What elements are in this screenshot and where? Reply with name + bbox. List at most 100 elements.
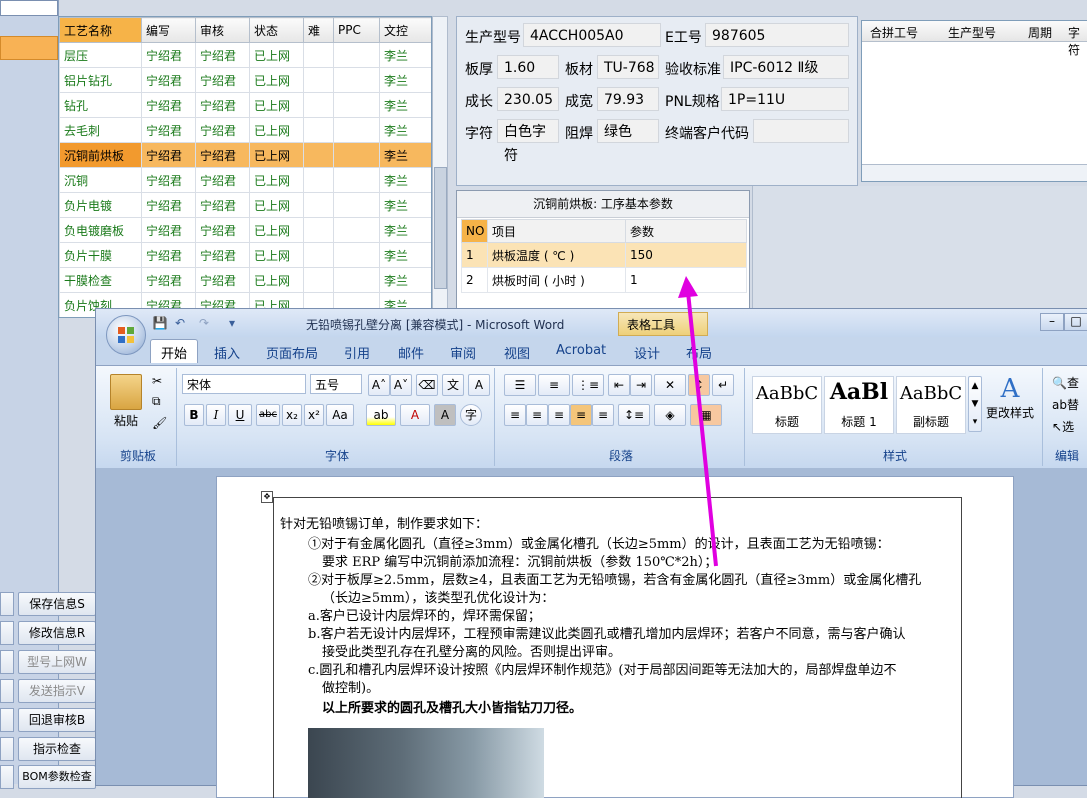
column-header-difficulty[interactable]: 难 (303, 17, 334, 43)
document-photo[interactable] (308, 728, 544, 798)
sort-icon[interactable]: ↕ (688, 374, 710, 396)
param-row[interactable]: 2 烘板时间 ( 小时 ) 1 (461, 267, 747, 293)
doc-control-cell[interactable]: 李兰 (379, 242, 431, 268)
scrollbar-thumb[interactable] (434, 167, 447, 289)
ppc-cell[interactable] (333, 67, 380, 93)
align-right-icon[interactable]: ≡ (548, 404, 570, 426)
doc-line[interactable]: c.圆孔和槽孔内层焊环设计按照《内层焊环制作规范》(对于局部因间距等无法加大的，… (308, 662, 897, 680)
process-grid-scrollbar[interactable] (432, 16, 448, 318)
word-titlebar[interactable]: 💾 ↶ ↷ ▾ 无铅喷锡孔壁分离 [兼容模式] - Microsoft Word… (96, 309, 1087, 337)
process-row[interactable]: 去毛刺 宁绍君 宁绍君 已上网 李兰 (59, 117, 431, 143)
process-name-cell[interactable]: 负片干膜 (59, 242, 142, 268)
doc-control-cell[interactable]: 李兰 (379, 92, 431, 118)
undo-icon[interactable]: ↶ (172, 315, 188, 331)
ppc-cell[interactable] (333, 167, 380, 193)
column-header-process-name[interactable]: 工艺名称 (59, 17, 142, 43)
writer-cell[interactable]: 宁绍君 (141, 42, 196, 68)
underline-icon[interactable]: U (228, 404, 252, 426)
justify-icon[interactable]: ≡ (570, 404, 592, 426)
reviewer-cell[interactable]: 宁绍君 (195, 92, 250, 118)
difficulty-cell[interactable] (303, 267, 334, 293)
maximize-icon[interactable]: □ (1064, 313, 1087, 331)
line-spacing-icon[interactable]: ↕≡ (618, 404, 650, 426)
writer-cell[interactable]: 宁绍君 (141, 217, 196, 243)
font-name-combo[interactable]: 宋体 (182, 374, 306, 394)
reviewer-cell[interactable]: 宁绍君 (195, 67, 250, 93)
chinese-layout-icon[interactable]: ✕ (654, 374, 686, 396)
doc-control-cell[interactable]: 李兰 (379, 167, 431, 193)
doc-control-cell[interactable]: 李兰 (379, 67, 431, 93)
reviewer-cell[interactable]: 宁绍君 (195, 142, 250, 168)
writer-cell[interactable]: 宁绍君 (141, 267, 196, 293)
process-name-cell[interactable]: 铝片钻孔 (59, 67, 142, 93)
bold-icon[interactable]: B (184, 404, 204, 426)
width-field[interactable]: 79.93 (597, 87, 659, 111)
clear-format-icon[interactable]: ⌫ (416, 374, 438, 396)
doc-control-cell[interactable]: 李兰 (379, 192, 431, 218)
reviewer-cell[interactable]: 宁绍君 (195, 217, 250, 243)
difficulty-cell[interactable] (303, 92, 334, 118)
nav-stub-button[interactable] (0, 737, 14, 761)
status-cell[interactable]: 已上网 (249, 192, 304, 218)
param-row[interactable]: 1 烘板温度 ( ℃ ) 150 (461, 242, 747, 268)
horizontal-scrollbar[interactable] (862, 164, 1087, 181)
difficulty-cell[interactable] (303, 192, 334, 218)
highlight-icon[interactable]: ab (366, 404, 396, 426)
mask-field[interactable]: 绿色 (597, 119, 659, 143)
customer-code-field[interactable] (753, 119, 849, 143)
styles-scroll-icon[interactable]: ▲ ▼ ▾ (968, 376, 982, 432)
italic-icon[interactable]: I (206, 404, 226, 426)
font-size-combo[interactable]: 五号 (310, 374, 362, 394)
numbering-icon[interactable]: ≡ (538, 374, 570, 396)
param-value[interactable]: 150 (625, 242, 747, 268)
column-header-reviewer[interactable]: 审核 (195, 17, 250, 43)
reviewer-cell[interactable]: 宁绍君 (195, 242, 250, 268)
process-row[interactable]: 负电镀磨板 宁绍君 宁绍君 已上网 李兰 (59, 217, 431, 243)
tab-view[interactable]: 视图 (504, 343, 530, 362)
column-header-doc-control[interactable]: 文控 (379, 17, 431, 43)
instruction-check-button[interactable]: 指示检查 (18, 737, 96, 761)
status-cell[interactable]: 已上网 (249, 142, 304, 168)
process-name-cell[interactable]: 去毛刺 (59, 117, 142, 143)
tab-references[interactable]: 引用 (344, 343, 370, 362)
process-name-cell[interactable]: 干膜检查 (59, 267, 142, 293)
modify-info-button[interactable]: 修改信息R (18, 621, 96, 645)
status-cell[interactable]: 已上网 (249, 42, 304, 68)
reviewer-cell[interactable]: 宁绍君 (195, 42, 250, 68)
doc-line[interactable]: 要求 ERP 编写中沉铜前添加流程：沉铜前烘板（参数 150℃*2h）； (322, 554, 717, 572)
change-case-icon[interactable]: Aa (326, 404, 354, 426)
column-header-value[interactable]: 参数 (625, 219, 747, 243)
status-cell[interactable]: 已上网 (249, 267, 304, 293)
ppc-cell[interactable] (333, 242, 380, 268)
process-row[interactable]: 负片干膜 宁绍君 宁绍君 已上网 李兰 (59, 242, 431, 268)
writer-cell[interactable]: 宁绍君 (141, 142, 196, 168)
doc-control-cell[interactable]: 李兰 (379, 142, 431, 168)
pnl-field[interactable]: 1P=11U (721, 87, 849, 111)
ppc-cell[interactable] (333, 217, 380, 243)
writer-cell[interactable]: 宁绍君 (141, 167, 196, 193)
process-name-cell[interactable]: 沉铜 (59, 167, 142, 193)
thickness-field[interactable]: 1.60 (497, 55, 559, 79)
decrease-indent-icon[interactable]: ⇤ (608, 374, 630, 396)
document-page[interactable]: ✥ 针对无铅喷锡订单，制作要求如下： ①对于有金属化圆孔（直径≥3mm）或金属化… (216, 476, 1014, 798)
ppc-cell[interactable] (333, 142, 380, 168)
process-row[interactable]: 干膜检查 宁绍君 宁绍君 已上网 李兰 (59, 267, 431, 293)
ppc-cell[interactable] (333, 192, 380, 218)
style-heading-1[interactable]: AaBl 标题 1 (824, 376, 894, 434)
show-marks-icon[interactable]: ↵ (712, 374, 734, 396)
status-cell[interactable]: 已上网 (249, 242, 304, 268)
save-info-button[interactable]: 保存信息S (18, 592, 96, 616)
status-cell[interactable]: 已上网 (249, 167, 304, 193)
reviewer-cell[interactable]: 宁绍君 (195, 167, 250, 193)
document-table[interactable]: 针对无铅喷锡订单，制作要求如下： ①对于有金属化圆孔（直径≥3mm）或金属化槽孔… (273, 497, 962, 798)
difficulty-cell[interactable] (303, 167, 334, 193)
subscript-icon[interactable]: x₂ (282, 404, 302, 426)
shrink-font-icon[interactable]: A˅ (390, 374, 412, 396)
column-header-ppc[interactable]: PPC (333, 17, 380, 43)
process-row[interactable]: 沉铜前烘板 宁绍君 宁绍君 已上网 李兰 (59, 142, 431, 168)
copy-icon[interactable]: ⧉ (152, 394, 161, 409)
char-border-icon[interactable]: A (468, 374, 490, 396)
shading-icon[interactable]: ◈ (654, 404, 686, 426)
writer-cell[interactable]: 宁绍君 (141, 242, 196, 268)
cut-icon[interactable]: ✂ (152, 374, 162, 388)
